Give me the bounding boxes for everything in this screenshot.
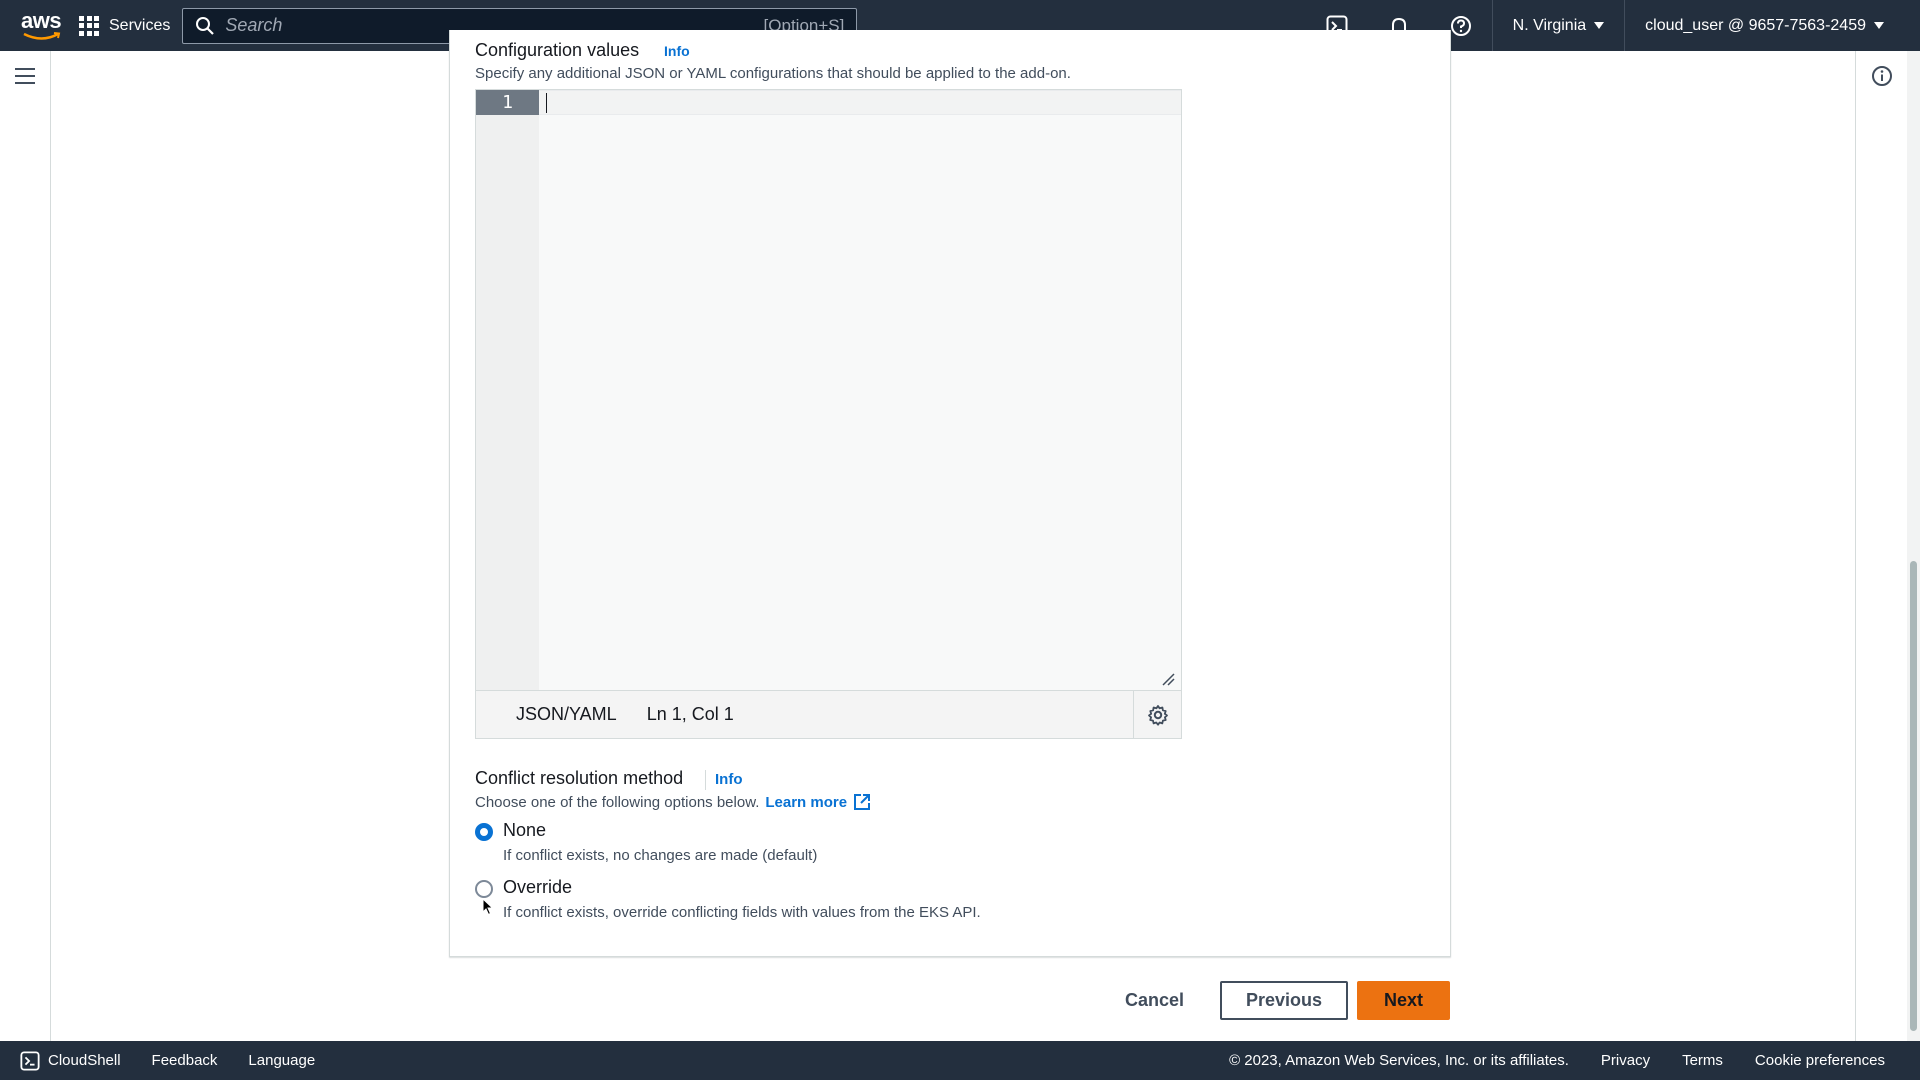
cloudshell-icon [20,1050,40,1071]
radio-option-none[interactable]: None If conflict exists, no changes are … [475,820,817,864]
line-number: 1 [476,90,539,115]
configuration-values-title: Configuration values [475,40,640,60]
previous-button[interactable]: Previous [1220,981,1348,1020]
gear-icon [1147,704,1168,726]
help-icon [1450,15,1471,36]
cancel-button[interactable]: Cancel [1106,980,1203,1020]
cloudshell-footer-button[interactable]: CloudShell [20,1050,121,1071]
learn-more-link[interactable]: Learn more [765,793,871,811]
active-line [539,90,1181,115]
scrollbar[interactable] [1907,51,1920,1041]
configuration-info-link[interactable]: Info [664,43,690,59]
conflict-description-text: Choose one of the following options belo… [475,793,760,811]
aws-logo[interactable]: aws [21,7,65,42]
copyright-text: © 2023, Amazon Web Services, Inc. or its… [1229,1052,1569,1069]
cloudshell-label: CloudShell [48,1052,121,1069]
conflict-description: Choose one of the following options belo… [475,793,871,811]
smile-icon [23,31,61,40]
configuration-description: Specify any additional JSON or YAML conf… [475,65,1071,82]
account-menu[interactable]: cloud_user @ 9657-7563-2459 [1624,0,1920,51]
conflict-info-link[interactable]: Info [715,771,743,788]
title-divider [705,770,706,790]
caret-down-icon [1874,22,1884,29]
privacy-link[interactable]: Privacy [1601,1052,1650,1069]
footer-right: © 2023, Amazon Web Services, Inc. or its… [1229,1052,1920,1069]
editor-status-bar: JSON/YAML Ln 1, Col 1 [476,690,1181,738]
scrollbar-thumb[interactable] [1910,561,1917,1031]
radio-option-override[interactable]: Override If conflict exists, override co… [475,877,981,921]
terms-link[interactable]: Terms [1682,1052,1723,1069]
language-link[interactable]: Language [248,1052,315,1069]
hamburger-menu-icon[interactable] [15,68,35,89]
account-label: cloud_user @ 9657-7563-2459 [1645,16,1866,34]
footer: CloudShell Feedback Language © 2023, Ama… [0,1041,1920,1080]
radio-description-none: If conflict exists, no changes are made … [503,847,818,864]
conflict-resolution-title: Conflict resolution method [475,768,684,788]
radio-label-none: None [503,820,547,840]
text-cursor [546,93,547,113]
next-button[interactable]: Next [1357,981,1450,1020]
resize-handle-icon[interactable] [1161,672,1175,686]
services-menu[interactable]: Services [79,15,171,36]
region-label: N. Virginia [1512,16,1587,34]
cursor-position: Ln 1, Col 1 [646,704,734,724]
grid-icon [79,15,99,36]
radio-button-none[interactable] [475,823,493,841]
caret-down-icon [1594,22,1605,29]
search-icon [196,16,215,35]
editor-text-area[interactable] [539,90,1181,690]
mouse-pointer-icon [482,898,494,916]
code-editor[interactable]: 1 JSON/YAML Ln 1, Col 1 [475,89,1182,739]
radio-description-override: If conflict exists, override conflicting… [503,904,981,921]
feedback-link[interactable]: Feedback [152,1052,218,1069]
radio-label-override: Override [503,877,573,897]
right-rail [1855,51,1907,1041]
external-link-icon [854,794,871,810]
info-panel-icon[interactable] [1871,65,1893,87]
radio-button-override[interactable] [475,880,493,898]
aws-logo-text: aws [21,7,62,33]
editor-language: JSON/YAML [516,704,617,724]
services-label: Services [109,16,171,34]
cookie-preferences-link[interactable]: Cookie preferences [1755,1052,1885,1069]
left-rail [0,51,51,1041]
region-selector[interactable]: N. Virginia [1491,0,1625,51]
editor-settings-button[interactable] [1133,691,1181,738]
editor-gutter: 1 [476,90,539,690]
learn-more-label: Learn more [765,793,848,811]
